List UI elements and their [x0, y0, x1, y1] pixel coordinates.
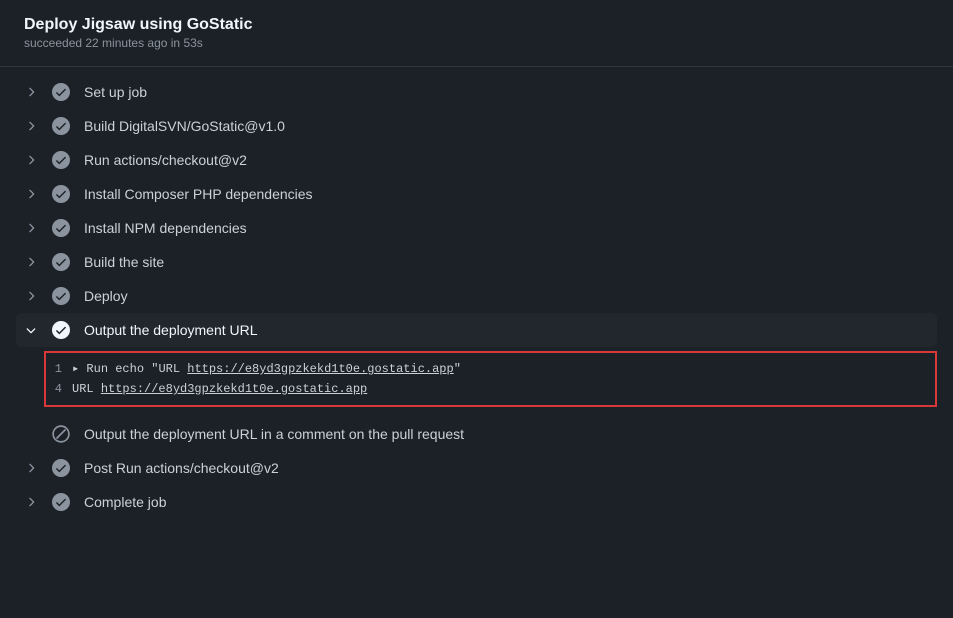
step-title: Build the site — [84, 254, 164, 270]
check-circle-icon — [52, 83, 70, 101]
step-row[interactable]: Install Composer PHP dependencies — [0, 177, 953, 211]
step-title: Install NPM dependencies — [84, 220, 247, 236]
chevron-right-icon[interactable] — [24, 85, 38, 99]
step-title: Run actions/checkout@v2 — [84, 152, 247, 168]
log-line: 1 ▸ Run echo "URL https://e8yd3gpzkekd1t0… — [52, 359, 925, 379]
step-row[interactable]: Run actions/checkout@v2 — [0, 143, 953, 177]
steps-list: Set up job Build DigitalSVN/GoStatic@v1.0… — [0, 67, 953, 527]
step-title: Set up job — [84, 84, 147, 100]
step-row[interactable]: Build DigitalSVN/GoStatic@v1.0 — [0, 109, 953, 143]
check-circle-icon — [52, 117, 70, 135]
check-circle-icon — [52, 185, 70, 203]
chevron-right-icon[interactable] — [24, 119, 38, 133]
log-line-number: 4 — [52, 379, 62, 399]
chevron-right-icon[interactable] — [24, 255, 38, 269]
step-row[interactable]: Build the site — [0, 245, 953, 279]
workflow-header: Deploy Jigsaw using GoStatic succeeded 2… — [0, 0, 953, 67]
step-row[interactable]: Output the deployment URL in a comment o… — [0, 417, 953, 451]
check-circle-icon — [52, 459, 70, 477]
chevron-right-icon[interactable] — [24, 495, 38, 509]
check-circle-icon — [52, 151, 70, 169]
step-title: Complete job — [84, 494, 167, 510]
step-row[interactable]: Deploy — [0, 279, 953, 313]
chevron-right-icon[interactable] — [24, 427, 38, 441]
step-row[interactable]: Install NPM dependencies — [0, 211, 953, 245]
chevron-right-icon[interactable] — [24, 461, 38, 475]
step-title: Deploy — [84, 288, 128, 304]
step-row[interactable]: Set up job — [0, 75, 953, 109]
check-circle-icon — [52, 493, 70, 511]
chevron-right-icon[interactable] — [24, 289, 38, 303]
chevron-right-icon[interactable] — [24, 153, 38, 167]
step-title: Output the deployment URL — [84, 322, 258, 338]
chevron-right-icon[interactable] — [24, 221, 38, 235]
log-output: 1 ▸ Run echo "URL https://e8yd3gpzkekd1t0… — [44, 351, 937, 407]
log-line-content: URL https://e8yd3gpzkekd1t0e.gostatic.ap… — [72, 379, 367, 399]
log-line-content: ▸ Run echo "URL https://e8yd3gpzkekd1t0e… — [72, 359, 461, 379]
chevron-right-icon[interactable] — [24, 187, 38, 201]
workflow-status-time: succeeded 22 minutes ago in 53s — [24, 36, 929, 50]
chevron-down-icon[interactable] — [24, 323, 38, 337]
check-circle-icon — [52, 253, 70, 271]
log-line-number: 1 — [52, 359, 62, 379]
step-row[interactable]: Complete job — [0, 485, 953, 519]
step-title: Build DigitalSVN/GoStatic@v1.0 — [84, 118, 285, 134]
step-title: Install Composer PHP dependencies — [84, 186, 313, 202]
check-circle-icon — [52, 287, 70, 305]
log-line: 4 URL https://e8yd3gpzkekd1t0e.gostatic.a… — [52, 379, 925, 399]
deployment-url-link[interactable]: https://e8yd3gpzkekd1t0e.gostatic.app — [187, 362, 453, 376]
step-row[interactable]: Output the deployment URL — [16, 313, 937, 347]
step-title: Output the deployment URL in a comment o… — [84, 426, 464, 442]
check-circle-icon — [52, 321, 70, 339]
check-circle-icon — [52, 219, 70, 237]
skip-icon — [52, 425, 70, 443]
deployment-url-link[interactable]: https://e8yd3gpzkekd1t0e.gostatic.app — [101, 382, 367, 396]
step-row[interactable]: Post Run actions/checkout@v2 — [0, 451, 953, 485]
workflow-title: Deploy Jigsaw using GoStatic — [24, 16, 929, 34]
step-title: Post Run actions/checkout@v2 — [84, 460, 279, 476]
